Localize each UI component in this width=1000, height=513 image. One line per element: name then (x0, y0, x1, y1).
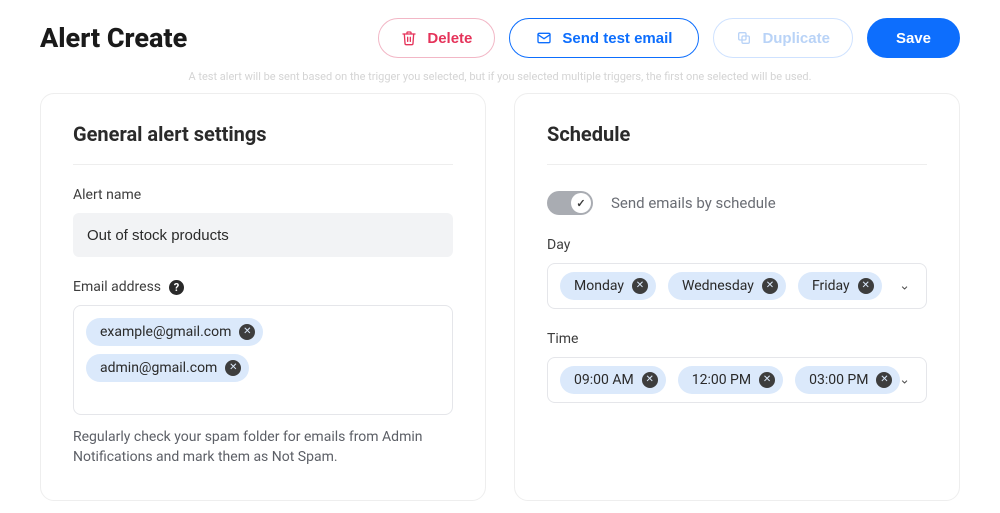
page-title: Alert Create (40, 22, 187, 54)
remove-chip-icon[interactable]: ✕ (762, 278, 778, 294)
day-chip: Friday ✕ (798, 272, 882, 300)
chevron-down-icon: ⌄ (899, 279, 910, 294)
send-test-label: Send test email (562, 30, 672, 47)
day-label: Day (547, 237, 927, 253)
schedule-toggle[interactable]: ✓ (547, 191, 593, 215)
time-chip: 12:00 PM ✕ (678, 366, 783, 394)
header-actions: Delete Send test email Duplicate Save (378, 18, 960, 58)
delete-button[interactable]: Delete (378, 18, 495, 58)
copy-icon (736, 30, 752, 46)
email-chipbox[interactable]: example@gmail.com ✕ admin@gmail.com ✕ (73, 305, 453, 415)
alert-name-input[interactable] (73, 213, 453, 257)
email-address-label: Email address (73, 279, 161, 295)
trash-icon (401, 30, 417, 46)
mail-icon (536, 30, 552, 46)
day-chip-text: Wednesday (682, 278, 754, 294)
schedule-toggle-label: Send emails by schedule (611, 194, 776, 212)
time-chip: 03:00 PM ✕ (795, 366, 900, 394)
day-chip-text: Friday (812, 278, 850, 294)
remove-chip-icon[interactable]: ✕ (759, 372, 775, 388)
day-chip: Monday ✕ (560, 272, 656, 300)
email-chip-text: admin@gmail.com (100, 360, 217, 376)
delete-label: Delete (427, 30, 472, 47)
alert-name-label: Alert name (73, 187, 453, 203)
email-chip: admin@gmail.com ✕ (86, 354, 249, 382)
send-test-email-button[interactable]: Send test email (509, 18, 699, 58)
general-settings-card: General alert settings Alert name Email … (40, 93, 486, 501)
time-label: Time (547, 331, 927, 347)
remove-chip-icon[interactable]: ✕ (225, 360, 241, 376)
remove-chip-icon[interactable]: ✕ (858, 278, 874, 294)
test-email-note: A test alert will be sent based on the t… (0, 70, 1000, 83)
duplicate-label: Duplicate (762, 30, 830, 47)
remove-chip-icon[interactable]: ✕ (876, 372, 892, 388)
help-icon[interactable]: ? (169, 280, 184, 295)
time-chip: 09:00 AM ✕ (560, 366, 666, 394)
remove-chip-icon[interactable]: ✕ (642, 372, 658, 388)
email-chip-text: example@gmail.com (100, 324, 231, 340)
duplicate-button[interactable]: Duplicate (713, 18, 853, 58)
time-select[interactable]: 09:00 AM ✕ 12:00 PM ✕ 03:00 PM ✕ ⌄ (547, 357, 927, 403)
save-button[interactable]: Save (867, 18, 960, 58)
save-label: Save (896, 30, 931, 47)
day-chip: Wednesday ✕ (668, 272, 786, 300)
time-chip-text: 12:00 PM (692, 372, 751, 388)
remove-chip-icon[interactable]: ✕ (239, 324, 255, 340)
chevron-down-icon: ⌄ (899, 373, 910, 388)
time-chip-text: 09:00 AM (574, 372, 634, 388)
day-select[interactable]: Monday ✕ Wednesday ✕ Friday ✕ ⌄ (547, 263, 927, 309)
remove-chip-icon[interactable]: ✕ (632, 278, 648, 294)
schedule-card: Schedule ✓ Send emails by schedule Day M… (514, 93, 960, 501)
general-heading: General alert settings (73, 122, 453, 165)
time-chip-text: 03:00 PM (809, 372, 868, 388)
spam-hint: Regularly check your spam folder for ema… (73, 427, 453, 468)
day-chip-text: Monday (574, 278, 624, 294)
schedule-heading: Schedule (547, 122, 927, 165)
email-chip: example@gmail.com ✕ (86, 318, 263, 346)
check-icon: ✓ (571, 193, 591, 213)
